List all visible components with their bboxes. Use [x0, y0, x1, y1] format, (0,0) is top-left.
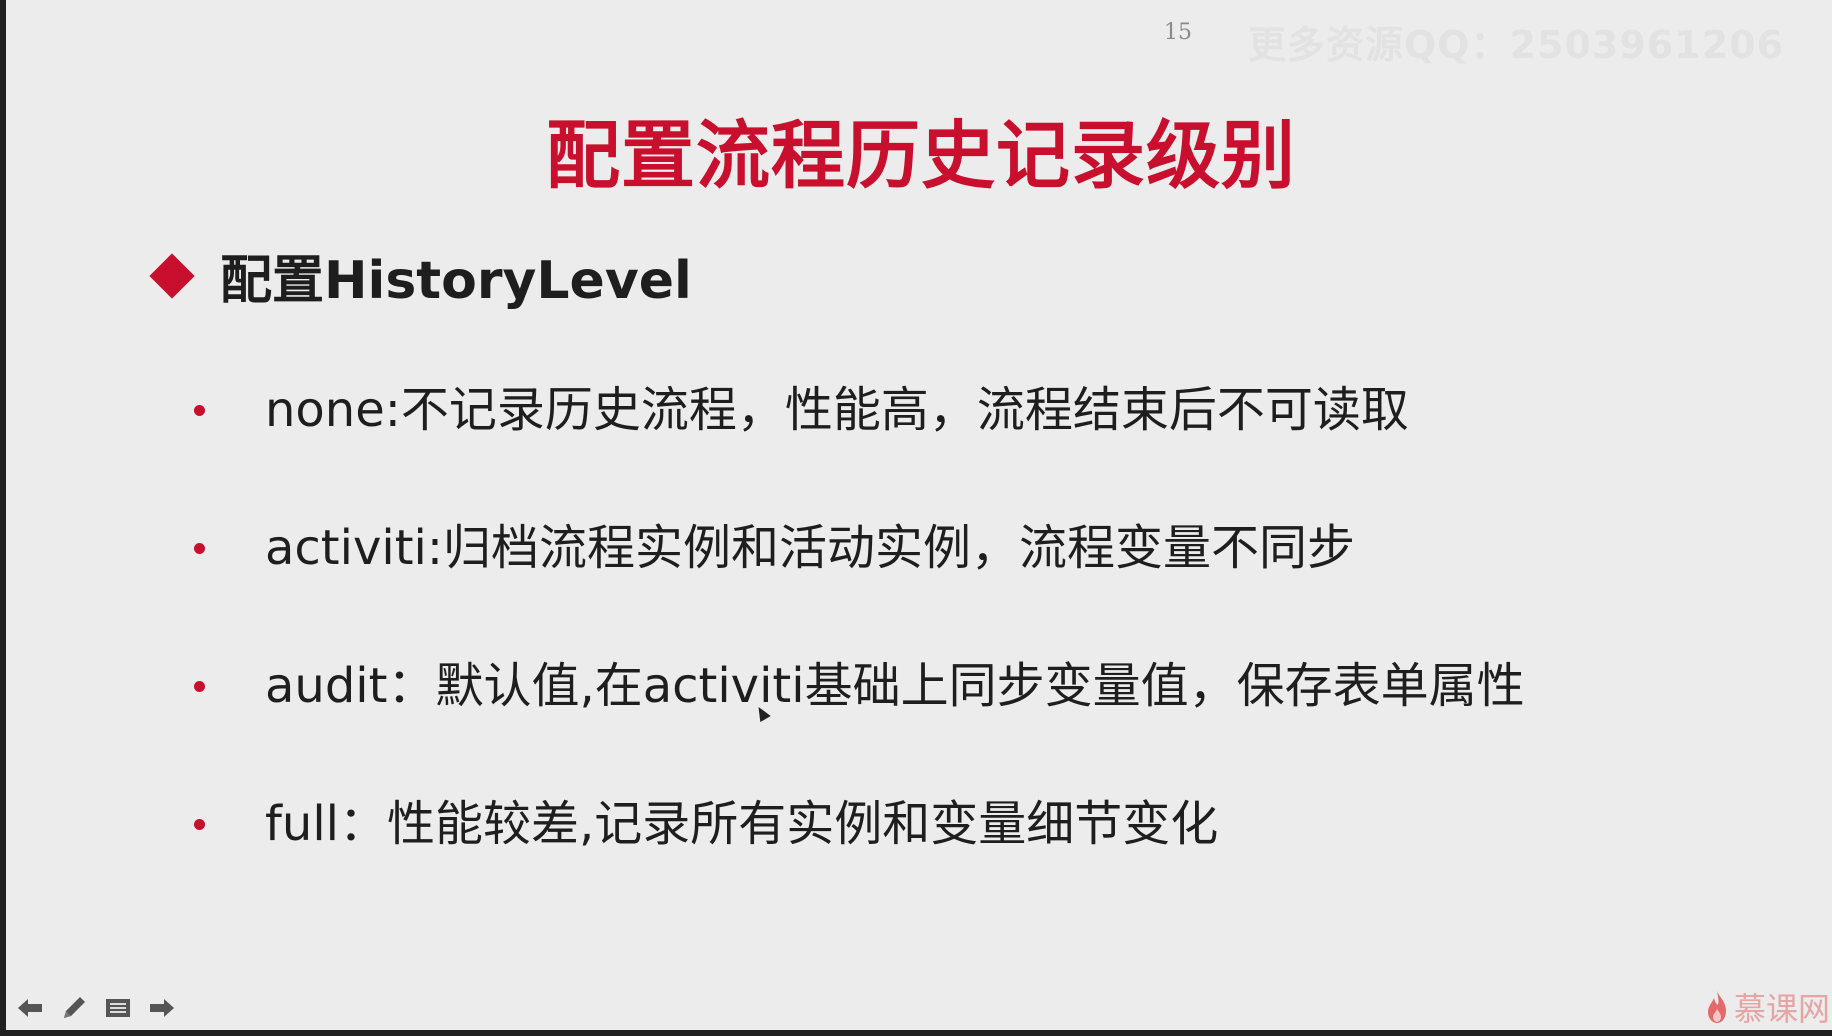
page-number: 15: [1164, 20, 1192, 45]
slide: 15 更多资源QQ：2503961206 配置流程历史记录级别 配置Histor…: [6, 0, 1832, 1030]
bullet-dot-icon: [194, 681, 205, 692]
next-slide-button[interactable]: [148, 994, 176, 1022]
bullet-text: full：性能较差,记录所有实例和变量细节变化: [265, 796, 1219, 852]
slide-title: 配置流程历史记录级别: [546, 113, 1296, 199]
pen-tool-button[interactable]: [60, 994, 88, 1022]
bullet-list: none:不记录历史流程，性能高，流程结束后不可读取 activiti:归档流程…: [194, 380, 1525, 932]
arrow-left-icon: [18, 999, 42, 1017]
slideshow-toolbar: [16, 994, 176, 1022]
bullet-text: audit：默认值,在activiti基础上同步变量值，保存表单属性: [265, 658, 1525, 714]
list-item: full：性能较差,记录所有实例和变量细节变化: [194, 794, 1525, 932]
brand-logo: 慕课网: [1706, 984, 1830, 1030]
menu-icon: [106, 999, 130, 1017]
flame-icon: [1708, 991, 1726, 1023]
section-heading: 配置HistoryLevel: [149, 238, 692, 313]
bullet-dot-icon: [194, 543, 205, 554]
list-item: none:不记录历史流程，性能高，流程结束后不可读取: [194, 380, 1525, 518]
previous-slide-button[interactable]: [16, 994, 44, 1022]
bullet-text: activiti:归档流程实例和活动实例，流程变量不同步: [265, 520, 1356, 576]
arrow-right-icon: [150, 999, 174, 1017]
list-item: activiti:归档流程实例和活动实例，流程变量不同步: [194, 518, 1525, 656]
slide-menu-button[interactable]: [104, 994, 132, 1022]
list-item: audit：默认值,在activiti基础上同步变量值，保存表单属性: [194, 656, 1525, 794]
pen-icon: [64, 997, 85, 1018]
diamond-bullet-icon: [149, 252, 195, 299]
bullet-dot-icon: [194, 819, 205, 830]
presentation-viewer: 15 更多资源QQ：2503961206 配置流程历史记录级别 配置Histor…: [0, 0, 1832, 1036]
section-heading-text: 配置HistoryLevel: [220, 251, 692, 311]
watermark: 更多资源QQ：2503961206: [1248, 23, 1785, 67]
brand-name: 慕课网: [1734, 990, 1831, 1028]
bullet-text: none:不记录历史流程，性能高，流程结束后不可读取: [265, 382, 1409, 438]
bullet-dot-icon: [194, 405, 205, 416]
